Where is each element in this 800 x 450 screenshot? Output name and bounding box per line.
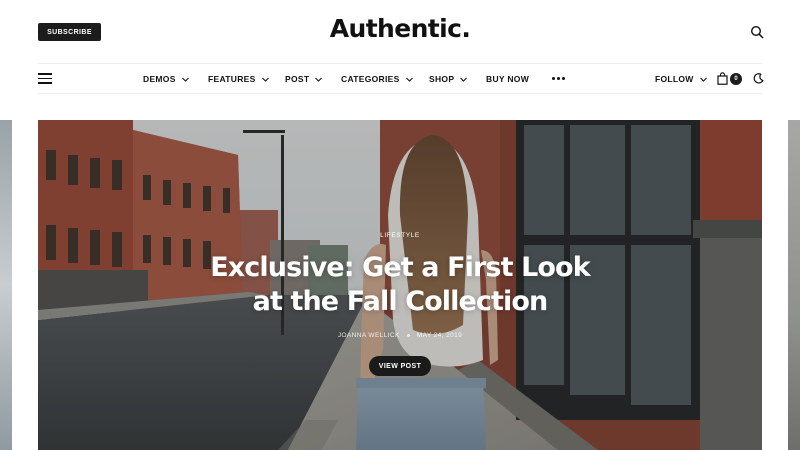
chevron-down-icon bbox=[181, 77, 189, 82]
post-title[interactable]: Exclusive: Get a First Look at the Fall … bbox=[150, 251, 650, 319]
nav-item-label: SHOP bbox=[429, 74, 455, 84]
follow-label: FOLLOW bbox=[655, 74, 694, 84]
nav-item-features[interactable]: FEATURES bbox=[208, 72, 270, 86]
chevron-down-icon bbox=[699, 77, 707, 82]
nav-item-post[interactable]: POST bbox=[285, 72, 323, 86]
view-post-button[interactable]: VIEW POST bbox=[369, 356, 431, 376]
nav-item-label: FEATURES bbox=[208, 74, 256, 84]
moon-icon[interactable] bbox=[753, 73, 764, 84]
post-title-line: at the Fall Collection bbox=[252, 286, 549, 317]
nav-item-buy-now[interactable]: BUY NOW bbox=[486, 72, 529, 86]
chevron-down-icon bbox=[405, 77, 413, 82]
cart-count-badge[interactable]: 0 bbox=[730, 73, 742, 85]
post-meta: JOANNA WELLICK MAY 24, 2019 bbox=[38, 332, 762, 339]
nav-item-shop[interactable]: SHOP bbox=[429, 72, 468, 86]
nav-item-demos[interactable]: DEMOS bbox=[143, 72, 190, 86]
search-icon[interactable] bbox=[750, 25, 764, 39]
nav-item-label: POST bbox=[285, 74, 310, 84]
featured-post-hero[interactable]: LIFESTYLE Exclusive: Get a First Look at… bbox=[38, 120, 762, 450]
post-title-line: Exclusive: Get a First Look bbox=[210, 252, 590, 283]
nav-item-label: CATEGORIES bbox=[341, 74, 400, 84]
post-date: MAY 24, 2019 bbox=[416, 332, 463, 339]
site-logo[interactable]: Authentic. bbox=[0, 14, 800, 43]
post-author[interactable]: JOANNA WELLICK bbox=[338, 332, 400, 339]
follow-menu[interactable]: FOLLOW bbox=[655, 72, 708, 86]
shopping-bag-icon[interactable] bbox=[717, 72, 728, 85]
hamburger-icon[interactable] bbox=[38, 73, 52, 85]
site-header: SUBSCRIBE Authentic. bbox=[0, 0, 800, 62]
meta-separator bbox=[406, 333, 410, 337]
main-navigation: DEMOS FEATURES POST CATEGORIES SHOP BUY … bbox=[38, 63, 764, 94]
prev-slide-peek[interactable] bbox=[0, 120, 12, 450]
chevron-down-icon bbox=[261, 77, 269, 82]
next-slide-peek[interactable] bbox=[788, 120, 800, 450]
nav-item-label: DEMOS bbox=[143, 74, 176, 84]
chevron-down-icon bbox=[460, 77, 468, 82]
nav-item-label: BUY NOW bbox=[486, 74, 530, 84]
nav-item-categories[interactable]: CATEGORIES bbox=[341, 72, 414, 86]
more-dots-icon[interactable] bbox=[552, 77, 565, 80]
post-category[interactable]: LIFESTYLE bbox=[38, 232, 762, 239]
chevron-down-icon bbox=[315, 77, 323, 82]
